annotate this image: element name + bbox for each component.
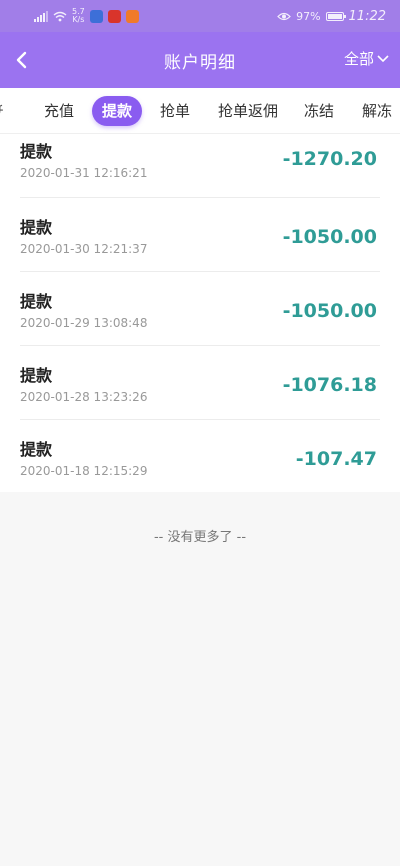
app-notification-icon <box>125 9 139 23</box>
net-speed: 5.7 K/s <box>72 7 85 24</box>
record-time: 2020-01-18 12:15:29 <box>20 464 148 478</box>
record-type: 提款 <box>20 218 53 237</box>
record-amount: -1076.18 <box>282 374 377 396</box>
filter-label: 全部 <box>343 50 374 68</box>
tab-recharge[interactable]: 充值 <box>44 96 74 126</box>
record-time: 2020-01-28 13:23:26 <box>20 390 148 404</box>
status-right: 97% 11:22 <box>277 9 386 24</box>
tab-withdraw[interactable]: 提款 <box>92 96 143 126</box>
tab-offscreen-left[interactable]: ﾁ <box>0 96 4 126</box>
record-time: 2020-01-30 12:21:37 <box>20 242 148 256</box>
page-title: 账户明细 <box>164 52 236 73</box>
back-button[interactable] <box>10 46 36 74</box>
record-amount: -1050.00 <box>282 226 377 248</box>
list-item[interactable]: 提款 2020-01-29 13:08:48 -1050.00 <box>20 272 380 346</box>
tab-freeze[interactable]: 冻结 <box>304 96 334 126</box>
status-bar: 5.7 K/s 97% 11:22 <box>0 0 400 32</box>
filter-dropdown[interactable]: 全部 <box>344 48 390 69</box>
signal-icon <box>34 10 48 22</box>
battery-percent: 97% <box>296 9 321 23</box>
record-type: 提款 <box>20 366 53 385</box>
record-type: 提款 <box>20 440 53 459</box>
app-notification-icon <box>89 9 103 23</box>
list-item[interactable]: 提款 2020-01-18 12:15:29 -107.47 <box>20 420 380 492</box>
record-amount: -1050.00 <box>282 300 377 322</box>
list-end-message: -- 没有更多了 -- <box>153 530 247 545</box>
status-left: 5.7 K/s <box>34 8 139 24</box>
record-amount: -1270.20 <box>282 148 377 170</box>
record-list: 提款 2020-01-31 12:16:21 -1270.20 提款 2020-… <box>0 134 400 492</box>
list-item[interactable]: 提款 2020-01-31 12:16:21 -1270.20 <box>20 134 380 198</box>
record-time: 2020-01-31 12:16:21 <box>20 166 148 180</box>
battery-icon <box>325 11 346 21</box>
category-tabs: ﾁ 充值 提款 抢单 抢单返佣 冻结 解冻 <box>0 88 400 134</box>
record-time: 2020-01-29 13:08:48 <box>20 316 148 330</box>
tab-grab-commission[interactable]: 抢单返佣 <box>218 96 278 126</box>
app-notification-icon <box>107 9 121 23</box>
nav-bar: 账户明细 全部 <box>0 32 400 88</box>
clock-time: 11:22 <box>348 8 386 24</box>
list-item[interactable]: 提款 2020-01-30 12:21:37 -1050.00 <box>20 198 380 272</box>
chevron-down-icon <box>377 54 389 62</box>
tab-unfreeze[interactable]: 解冻 <box>362 96 392 126</box>
record-type: 提款 <box>20 292 53 311</box>
back-arrow-icon <box>16 51 27 69</box>
record-type: 提款 <box>20 142 53 161</box>
record-amount: -107.47 <box>295 448 377 470</box>
tab-grab-order[interactable]: 抢单 <box>160 96 190 126</box>
wifi-icon <box>53 11 67 21</box>
eye-icon <box>277 12 291 20</box>
list-item[interactable]: 提款 2020-01-28 13:23:26 -1076.18 <box>20 346 380 420</box>
